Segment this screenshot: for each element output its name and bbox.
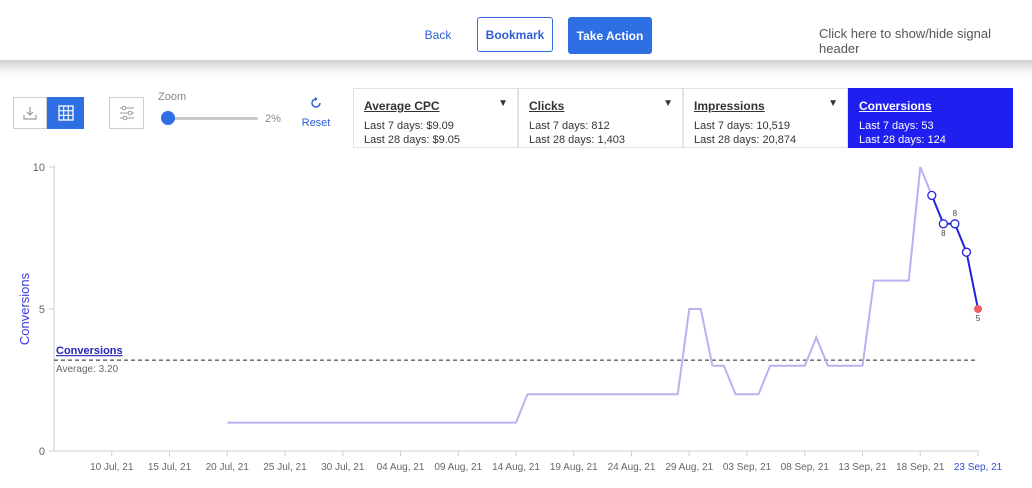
- x-tick-label: 09 Aug, 21: [434, 462, 482, 473]
- metric-card-conversions[interactable]: Conversions Last 7 days: 53 Last 28 days…: [848, 88, 1013, 148]
- data-label: 8: [941, 229, 946, 238]
- metric-last-7-days: Last 7 days: $9.09: [364, 120, 454, 132]
- download-button[interactable]: [13, 97, 47, 129]
- zoom-slider-handle[interactable]: [161, 111, 175, 125]
- metric-title: Clicks: [529, 99, 565, 113]
- zoom-label: Zoom: [158, 91, 187, 103]
- average-line-group: Conversions Average: 3.20: [54, 345, 978, 375]
- x-tick-label: 23 Sep, 21: [954, 462, 1003, 473]
- conversions-chart: 0 5 10 10 Jul, 21 15 Jul, 21 20 Jul, 21 25 Jul…: [17, 162, 1003, 473]
- take-action-button[interactable]: Take Action: [568, 17, 652, 54]
- chart-series: [227, 166, 982, 424]
- x-tick-label: 08 Sep, 21: [781, 462, 830, 473]
- data-point[interactable]: [938, 219, 948, 229]
- x-tick-label: 14 Aug, 21: [492, 462, 540, 473]
- reset-button[interactable]: Reset: [300, 96, 332, 129]
- x-tick-label: 03 Sep, 21: [723, 462, 772, 473]
- dropdown-arrow-icon[interactable]: ▼: [663, 98, 673, 109]
- data-label: 8: [953, 209, 958, 218]
- zoom-slider-track[interactable]: [162, 117, 258, 120]
- x-tick-label: 29 Aug, 21: [665, 462, 713, 473]
- metric-last-7-days: Last 7 days: 812: [529, 120, 610, 132]
- x-tick-label: 04 Aug, 21: [377, 462, 425, 473]
- metric-last-28-days: Last 28 days: 1,403: [529, 134, 626, 146]
- metric-last-28-days: Last 28 days: 20,874: [694, 134, 797, 146]
- table-icon: [57, 105, 74, 121]
- metric-title: Average CPC: [364, 99, 440, 113]
- metric-card-average-cpc[interactable]: Average CPC ▼ Last 7 days: $9.09 Last 28…: [353, 88, 518, 148]
- x-tick-label: 19 Aug, 21: [550, 462, 598, 473]
- x-tick-label: 13 Sep, 21: [838, 462, 887, 473]
- bookmark-button[interactable]: Bookmark: [477, 17, 553, 52]
- metric-card-clicks[interactable]: Clicks ▼ Last 7 days: 812 Last 28 days: …: [518, 88, 683, 148]
- x-tick-label: 15 Jul, 21: [148, 462, 192, 473]
- toggle-signal-header-link[interactable]: Click here to show/hide signal header: [819, 26, 1032, 56]
- signal-header: Back Bookmark Take Action Click here to …: [0, 0, 1032, 60]
- x-tick-label: 30 Jul, 21: [321, 462, 365, 473]
- metric-title: Conversions: [859, 99, 932, 113]
- x-tick-label: 18 Sep, 21: [896, 462, 945, 473]
- reset-label: Reset: [301, 117, 331, 129]
- chart-settings-button[interactable]: [109, 97, 144, 129]
- sliders-icon: [119, 105, 134, 121]
- y-tick-label: 5: [39, 304, 45, 316]
- download-icon: [23, 107, 37, 120]
- y-axis-title: Conversions: [17, 272, 32, 345]
- dropdown-arrow-icon[interactable]: ▼: [498, 98, 508, 109]
- metric-last-28-days: Last 28 days: $9.05: [364, 134, 461, 146]
- zoom-value: 2%: [265, 113, 281, 125]
- metric-title: Impressions: [694, 99, 765, 113]
- x-tick-label: 20 Jul, 21: [206, 462, 250, 473]
- data-label: 5: [976, 314, 981, 323]
- metric-last-28-days: Last 28 days: 124: [859, 134, 946, 146]
- history-series-line: [227, 166, 933, 424]
- y-tick-label: 0: [39, 446, 45, 458]
- x-tick-label: 10 Jul, 21: [90, 462, 134, 473]
- metric-card-impressions[interactable]: Impressions ▼ Last 7 days: 10,519 Last 2…: [683, 88, 848, 148]
- data-point[interactable]: [961, 247, 972, 257]
- latest-data-point[interactable]: [974, 305, 982, 313]
- chart-axes: 0 5 10 10 Jul, 21 15 Jul, 21 20 Jul, 21 25 Jul…: [17, 162, 1003, 473]
- metric-last-7-days: Last 7 days: 53: [859, 120, 934, 132]
- average-value-label: Average: 3.20: [56, 364, 119, 375]
- refresh-icon: [311, 96, 321, 108]
- header-shadow: [0, 60, 1032, 82]
- data-point[interactable]: [927, 190, 937, 201]
- y-tick-label: 10: [33, 162, 45, 174]
- back-button[interactable]: Back: [414, 18, 462, 52]
- data-point[interactable]: [950, 219, 960, 229]
- metric-last-7-days: Last 7 days: 10,519: [694, 120, 791, 132]
- x-tick-label: 25 Jul, 21: [263, 462, 307, 473]
- x-tick-label: 24 Aug, 21: [608, 462, 656, 473]
- table-view-button[interactable]: [47, 97, 84, 129]
- dropdown-arrow-icon[interactable]: ▼: [828, 98, 838, 109]
- average-line-label: Conversions: [56, 345, 123, 357]
